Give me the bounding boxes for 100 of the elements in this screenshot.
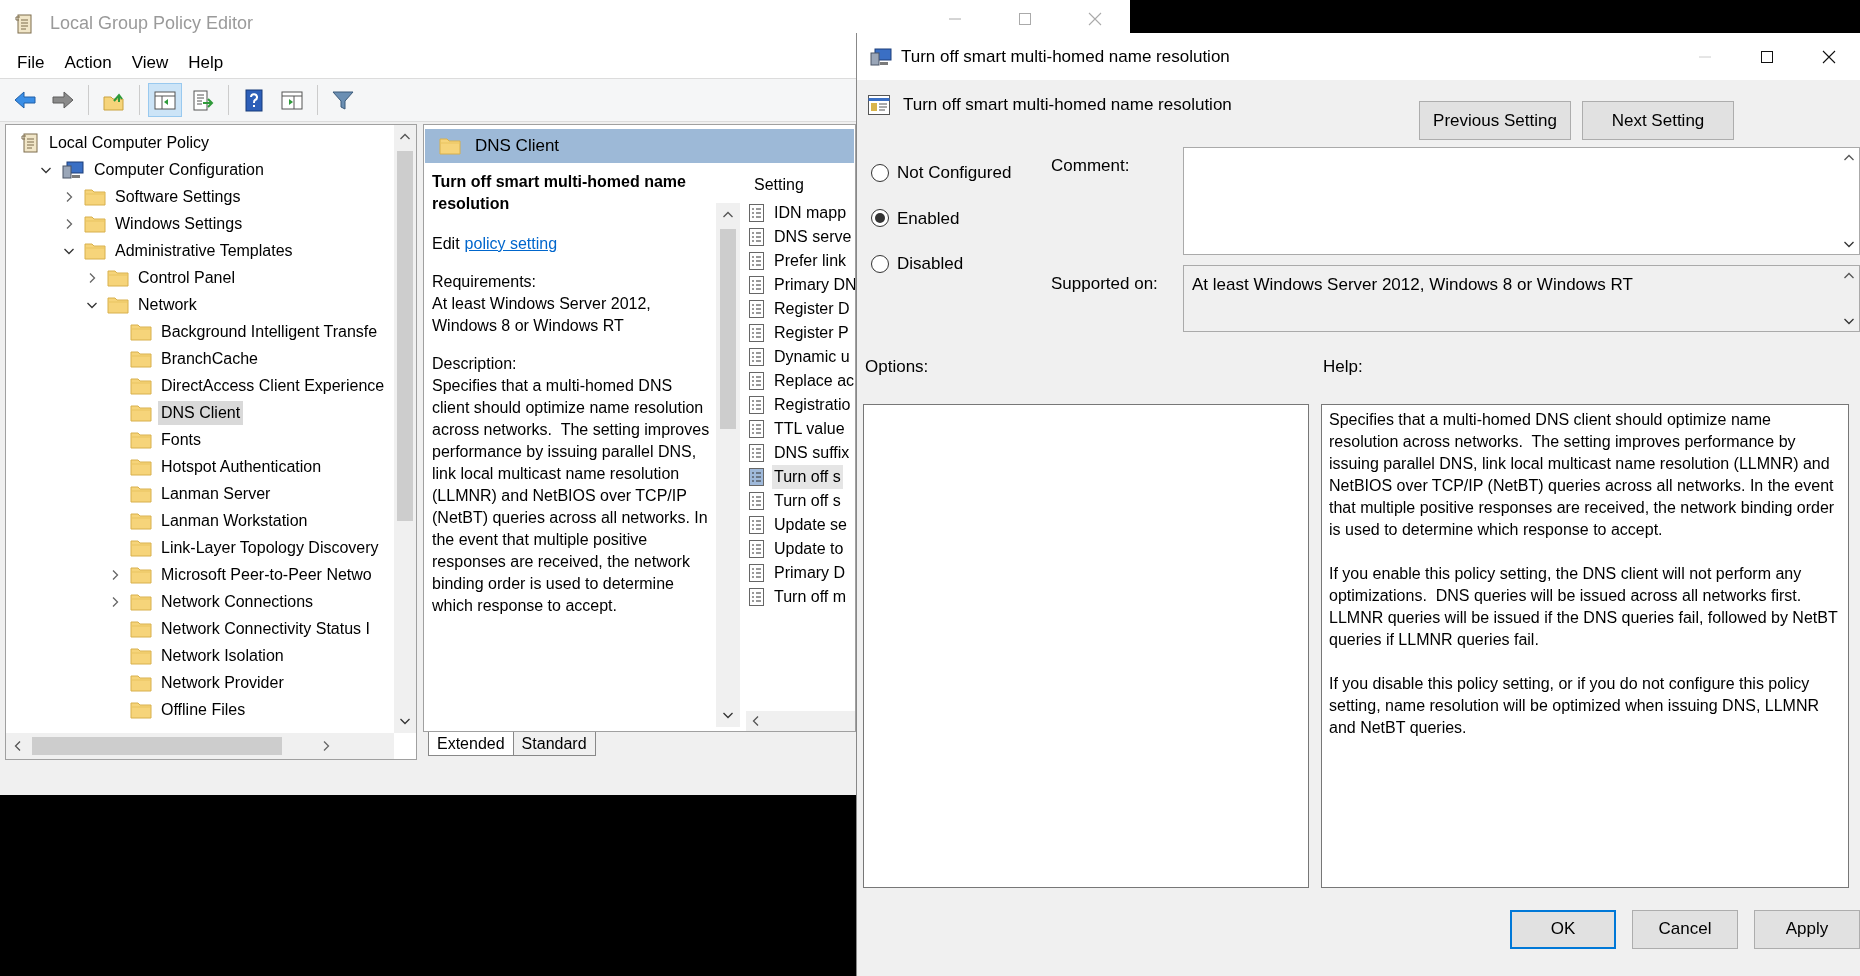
- setting-item[interactable]: Update to: [772, 537, 846, 561]
- menu-item[interactable]: View: [121, 47, 179, 78]
- tree-item[interactable]: Administrative Templates: [112, 238, 296, 263]
- radio-label: Not Configured: [897, 162, 1012, 184]
- setting-item[interactable]: DNS serve: [772, 225, 854, 249]
- radio-label: Disabled: [897, 253, 964, 275]
- supported-on-text: At least Windows Server 2012, Windows 8 or Windows RT: [1191, 274, 1634, 296]
- horizontal-scrollbar[interactable]: [746, 711, 855, 731]
- radio-button[interactable]: [871, 163, 889, 182]
- menu-item[interactable]: Help: [178, 47, 234, 78]
- panes-icon: [153, 88, 177, 112]
- folder-icon: [130, 349, 152, 368]
- minimize-icon: [948, 18, 962, 20]
- radio-button[interactable]: [871, 254, 889, 273]
- setting-item[interactable]: Turn off s: [772, 465, 843, 489]
- setting-item[interactable]: IDN mapp: [772, 201, 849, 225]
- folder-icon: [130, 700, 152, 719]
- scroll-icon: [20, 131, 40, 154]
- folder-icon: [130, 511, 152, 530]
- folder-icon: [84, 187, 106, 206]
- setting-item[interactable]: Register P: [772, 321, 851, 345]
- setting-item[interactable]: Update se: [772, 513, 849, 537]
- filter-icon: [331, 88, 355, 112]
- scroll-thumb[interactable]: [32, 737, 282, 755]
- column-header[interactable]: Setting: [746, 173, 855, 201]
- tree-item[interactable]: Network Connections: [158, 589, 317, 614]
- tree-item[interactable]: DirectAccess Client Experience: [158, 373, 388, 398]
- help-icon: [242, 88, 266, 112]
- tree-item[interactable]: Network Connectivity Status I: [158, 616, 373, 641]
- dialog-button[interactable]: OK: [1510, 909, 1616, 949]
- tree-item[interactable]: Computer Configuration: [91, 157, 267, 182]
- setting-item[interactable]: Dynamic u: [772, 345, 852, 369]
- maximize-icon: [1018, 12, 1032, 26]
- settings-window-icon: [867, 94, 891, 116]
- folder-icon: [84, 214, 106, 233]
- tree-item[interactable]: Hotspot Authentication: [158, 454, 325, 479]
- computer-icon: [869, 46, 893, 67]
- scroll-icon: [14, 12, 34, 35]
- close-icon: [1822, 49, 1836, 64]
- horizontal-scrollbar[interactable]: [6, 733, 394, 759]
- tab[interactable]: Standard: [512, 732, 596, 756]
- menu-item[interactable]: File: [7, 47, 55, 78]
- tree-item[interactable]: Local Computer Policy: [46, 130, 213, 155]
- vertical-scrollbar[interactable]: [716, 203, 740, 727]
- setting-item[interactable]: DNS suffix: [772, 441, 852, 465]
- menu-item[interactable]: Action: [54, 47, 122, 78]
- tree-item[interactable]: Software Settings: [112, 184, 244, 209]
- setting-item[interactable]: Turn off s: [772, 489, 843, 513]
- setting-item[interactable]: TTL value: [772, 417, 847, 441]
- section-label: Help:: [1323, 356, 1363, 378]
- nav-button[interactable]: Next Setting: [1582, 101, 1734, 140]
- forward-arrow-icon: [51, 88, 75, 112]
- scroll-thumb[interactable]: [720, 229, 736, 429]
- comment-field[interactable]: [1183, 147, 1860, 255]
- tree-item[interactable]: Lanman Server: [158, 481, 274, 506]
- folder-icon: [130, 646, 152, 665]
- setting-item[interactable]: Replace ac: [772, 369, 855, 393]
- tree-item[interactable]: Offline Files: [158, 697, 249, 722]
- tree-item[interactable]: Lanman Workstation: [158, 508, 311, 533]
- computer-icon: [61, 159, 85, 180]
- nav-button[interactable]: Previous Setting: [1419, 101, 1571, 140]
- help-paragraph: If you enable this policy setting, the DNS client will not perform any optimizations. DNS queries will be issued across all networks first. LLMNR queries will be issued if the DNS queries fail, followed by NetBT queries if LLMNR queries fail.: [1329, 563, 1839, 650]
- tab[interactable]: Extended: [428, 732, 514, 756]
- setting-item[interactable]: Primary D: [772, 561, 848, 585]
- folder-icon: [107, 268, 129, 287]
- tree-item[interactable]: Background Intelligent Transfe: [158, 319, 381, 344]
- field-label: Supported on:: [1051, 273, 1159, 295]
- tree-item[interactable]: BranchCache: [158, 346, 261, 371]
- radio-label: Enabled: [897, 207, 960, 230]
- field-label: Comment:: [1051, 155, 1131, 177]
- vertical-scrollbar[interactable]: [394, 125, 416, 733]
- policy-setting-link[interactable]: policy setting: [464, 233, 558, 255]
- policy-heading: Turn off smart multi-homed name resolution: [903, 94, 1232, 116]
- setting-item[interactable]: Primary DN: [772, 273, 855, 297]
- scroll-thumb[interactable]: [397, 151, 413, 521]
- dialog-button[interactable]: Apply: [1754, 909, 1860, 949]
- tree-item[interactable]: Network: [135, 292, 200, 317]
- tree-item[interactable]: Link-Layer Topology Discovery: [158, 535, 382, 560]
- tree-item[interactable]: Control Panel: [135, 265, 238, 290]
- tree-item[interactable]: Microsoft Peer-to-Peer Netwo: [158, 562, 375, 587]
- tree-item[interactable]: DNS Client: [158, 400, 244, 425]
- tree-item[interactable]: Windows Settings: [112, 211, 246, 236]
- folder-icon: [84, 241, 106, 260]
- tree-item[interactable]: Network Provider: [158, 670, 287, 695]
- window-title: Turn off smart multi-homed name resolution: [901, 45, 1230, 68]
- tree-item[interactable]: Fonts: [158, 427, 204, 452]
- setting-item[interactable]: Registratio: [772, 393, 853, 417]
- folder-icon: [130, 538, 152, 557]
- setting-item[interactable]: Prefer link: [772, 249, 849, 273]
- tree-item[interactable]: Network Isolation: [158, 643, 287, 668]
- close-icon: [1088, 12, 1102, 26]
- radio-button[interactable]: [871, 209, 889, 228]
- requirements-text: At least Windows Server 2012, Windows 8 or Windows RT: [432, 294, 652, 336]
- description-label: Description:: [432, 354, 518, 374]
- folder-icon: [130, 619, 152, 638]
- folder-icon: [130, 430, 152, 449]
- setting-item[interactable]: Register D: [772, 297, 852, 321]
- setting-title: Turn off smart multi-homed name resolution: [432, 172, 687, 214]
- dialog-button[interactable]: Cancel: [1632, 909, 1738, 949]
- setting-item[interactable]: Turn off m: [772, 585, 849, 609]
